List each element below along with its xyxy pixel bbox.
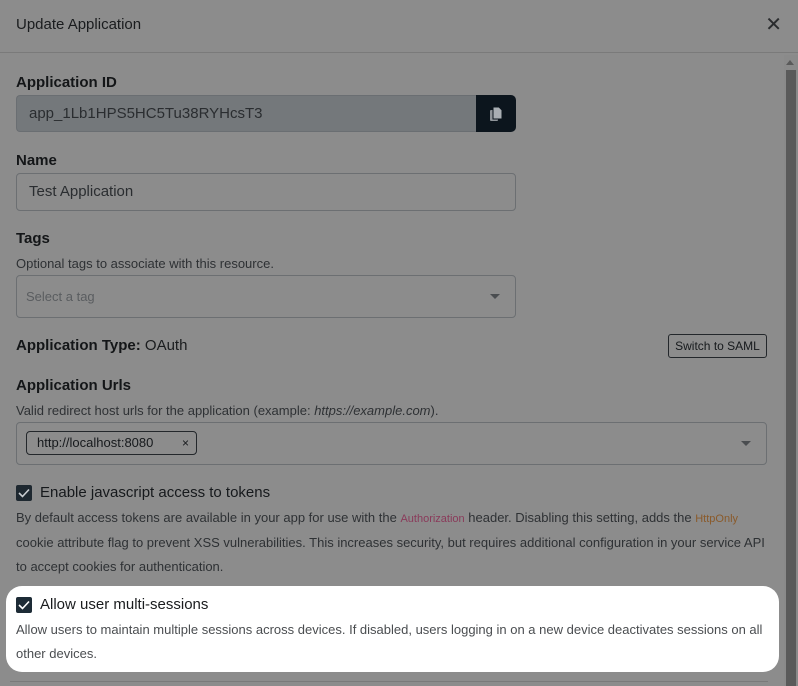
- js-access-checkbox[interactable]: [16, 485, 32, 501]
- application-urls-select[interactable]: http://localhost:8080 ×: [16, 422, 767, 465]
- divider: [10, 681, 768, 682]
- scroll-up-arrow-icon[interactable]: [786, 60, 794, 65]
- help-text-end: ).: [430, 403, 439, 418]
- scrollbar-thumb[interactable]: [786, 70, 796, 686]
- authorization-code: Authorization: [400, 513, 465, 525]
- desc-text: header. Disabling this setting, adds the: [464, 510, 696, 525]
- tag-select-placeholder: Select a tag: [26, 289, 95, 304]
- tags-label: Tags: [16, 230, 50, 247]
- close-icon[interactable]: ✕: [765, 14, 782, 36]
- remove-chip-icon[interactable]: ×: [182, 432, 189, 454]
- application-type-value: OAuth: [144, 337, 188, 354]
- tags-help: Optional tags to associate with this res…: [16, 256, 274, 271]
- multi-sessions-highlight: Allow user multi-sessions Allow users to…: [6, 586, 779, 672]
- url-chip-value: http://localhost:8080: [37, 435, 154, 450]
- dialog-title: Update Application: [16, 16, 142, 33]
- js-access-label: Enable javascript access to tokens: [40, 484, 271, 501]
- application-urls-help: Valid redirect host urls for the applica…: [16, 403, 438, 418]
- application-type-label: Application Type:: [16, 337, 141, 354]
- dialog-header: Update Application ✕: [0, 0, 798, 53]
- application-id-field[interactable]: app_1Lb1HPS5HC5Tu38RYHcsT3: [16, 95, 476, 132]
- httponly-code: HttpOnly: [695, 513, 739, 525]
- help-example: https://example.com: [314, 403, 431, 418]
- name-label: Name: [16, 152, 57, 169]
- application-urls-label: Application Urls: [16, 377, 132, 394]
- switch-to-saml-button[interactable]: Switch to SAML: [668, 334, 767, 358]
- check-icon: [18, 600, 30, 610]
- desc-text: By default access tokens are available i…: [16, 510, 401, 525]
- application-type: Application Type: OAuth: [16, 337, 187, 354]
- copy-button[interactable]: [476, 95, 516, 132]
- chevron-down-icon: [490, 294, 500, 299]
- copy-icon: [490, 106, 503, 121]
- js-access-description: By default access tokens are available i…: [16, 506, 768, 579]
- chevron-down-icon: [741, 441, 751, 446]
- url-chip: http://localhost:8080 ×: [26, 431, 197, 455]
- application-id-label: Application ID: [16, 74, 117, 91]
- help-text: Valid redirect host urls for the applica…: [16, 403, 315, 418]
- name-input[interactable]: Test Application: [16, 173, 516, 211]
- tag-select[interactable]: Select a tag: [16, 275, 516, 318]
- multi-sessions-description: Allow users to maintain multiple session…: [16, 622, 763, 661]
- desc-text: cookie attribute flag to prevent XSS vul…: [16, 535, 765, 574]
- check-icon: [18, 488, 30, 498]
- multi-sessions-label: Allow user multi-sessions: [40, 596, 209, 613]
- multi-sessions-checkbox[interactable]: [16, 597, 32, 613]
